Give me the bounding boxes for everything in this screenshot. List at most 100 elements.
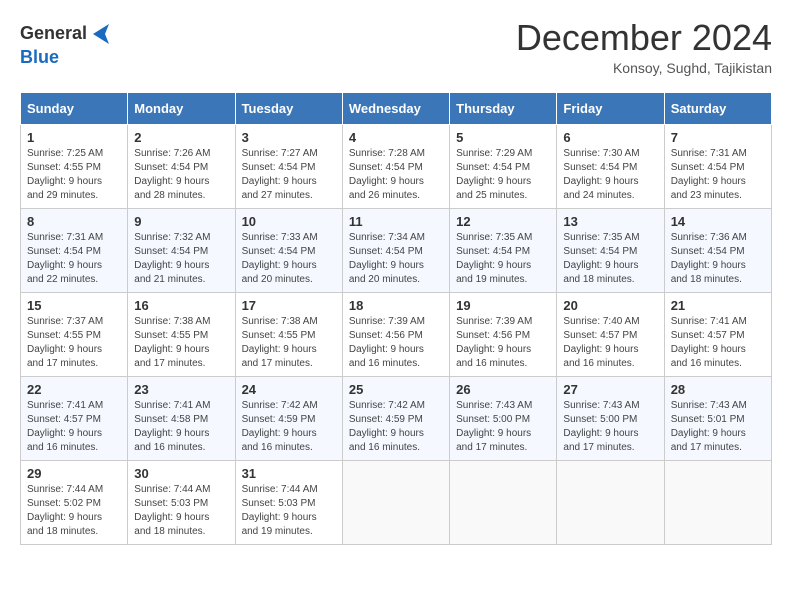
calendar-cell: 4 Sunrise: 7:28 AM Sunset: 4:54 PM Dayli… [342,125,449,209]
day-number: 11 [349,214,443,229]
calendar-cell: 1 Sunrise: 7:25 AM Sunset: 4:55 PM Dayli… [21,125,128,209]
day-info: Sunrise: 7:41 AM Sunset: 4:57 PM Dayligh… [671,315,765,371]
calendar-cell: 25 Sunrise: 7:42 AM Sunset: 4:59 PM Dayl… [342,377,449,461]
day-number: 14 [671,214,765,229]
calendar-cell: 11 Sunrise: 7:34 AM Sunset: 4:54 PM Dayl… [342,209,449,293]
day-info: Sunrise: 7:42 AM Sunset: 4:59 PM Dayligh… [242,399,336,455]
column-header-tuesday: Tuesday [235,93,342,125]
day-info: Sunrise: 7:35 AM Sunset: 4:54 PM Dayligh… [563,231,657,287]
logo-blue: Blue [20,47,59,67]
day-number: 12 [456,214,550,229]
day-info: Sunrise: 7:29 AM Sunset: 4:54 PM Dayligh… [456,147,550,203]
page-header: General Blue December 2024 Konsoy, Sughd… [20,20,772,76]
day-info: Sunrise: 7:44 AM Sunset: 5:03 PM Dayligh… [134,483,228,539]
day-info: Sunrise: 7:38 AM Sunset: 4:55 PM Dayligh… [242,315,336,371]
day-info: Sunrise: 7:40 AM Sunset: 4:57 PM Dayligh… [563,315,657,371]
calendar-cell: 29 Sunrise: 7:44 AM Sunset: 5:02 PM Dayl… [21,461,128,545]
day-info: Sunrise: 7:33 AM Sunset: 4:54 PM Dayligh… [242,231,336,287]
day-info: Sunrise: 7:44 AM Sunset: 5:03 PM Dayligh… [242,483,336,539]
day-number: 6 [563,130,657,145]
calendar-week-row: 22 Sunrise: 7:41 AM Sunset: 4:57 PM Dayl… [21,377,772,461]
day-number: 24 [242,382,336,397]
calendar-cell: 31 Sunrise: 7:44 AM Sunset: 5:03 PM Dayl… [235,461,342,545]
logo-general: General [20,23,87,43]
day-info: Sunrise: 7:34 AM Sunset: 4:54 PM Dayligh… [349,231,443,287]
day-info: Sunrise: 7:43 AM Sunset: 5:01 PM Dayligh… [671,399,765,455]
day-info: Sunrise: 7:36 AM Sunset: 4:54 PM Dayligh… [671,231,765,287]
calendar-cell: 17 Sunrise: 7:38 AM Sunset: 4:55 PM Dayl… [235,293,342,377]
day-info: Sunrise: 7:26 AM Sunset: 4:54 PM Dayligh… [134,147,228,203]
column-header-saturday: Saturday [664,93,771,125]
calendar-cell: 18 Sunrise: 7:39 AM Sunset: 4:56 PM Dayl… [342,293,449,377]
calendar-cell: 12 Sunrise: 7:35 AM Sunset: 4:54 PM Dayl… [450,209,557,293]
calendar-header-row: SundayMondayTuesdayWednesdayThursdayFrid… [21,93,772,125]
calendar-week-row: 1 Sunrise: 7:25 AM Sunset: 4:55 PM Dayli… [21,125,772,209]
calendar-week-row: 8 Sunrise: 7:31 AM Sunset: 4:54 PM Dayli… [21,209,772,293]
calendar-cell: 15 Sunrise: 7:37 AM Sunset: 4:55 PM Dayl… [21,293,128,377]
month-title: December 2024 [516,20,772,56]
calendar-cell [450,461,557,545]
day-number: 15 [27,298,121,313]
calendar-cell: 30 Sunrise: 7:44 AM Sunset: 5:03 PM Dayl… [128,461,235,545]
calendar-cell: 7 Sunrise: 7:31 AM Sunset: 4:54 PM Dayli… [664,125,771,209]
calendar-cell: 10 Sunrise: 7:33 AM Sunset: 4:54 PM Dayl… [235,209,342,293]
column-header-wednesday: Wednesday [342,93,449,125]
calendar-cell: 24 Sunrise: 7:42 AM Sunset: 4:59 PM Dayl… [235,377,342,461]
day-info: Sunrise: 7:43 AM Sunset: 5:00 PM Dayligh… [456,399,550,455]
location-subtitle: Konsoy, Sughd, Tajikistan [516,60,772,76]
calendar-cell: 6 Sunrise: 7:30 AM Sunset: 4:54 PM Dayli… [557,125,664,209]
day-number: 9 [134,214,228,229]
day-number: 25 [349,382,443,397]
day-number: 28 [671,382,765,397]
column-header-friday: Friday [557,93,664,125]
calendar-cell: 22 Sunrise: 7:41 AM Sunset: 4:57 PM Dayl… [21,377,128,461]
logo: General Blue [20,20,115,68]
calendar-cell [342,461,449,545]
column-header-monday: Monday [128,93,235,125]
day-number: 17 [242,298,336,313]
day-info: Sunrise: 7:25 AM Sunset: 4:55 PM Dayligh… [27,147,121,203]
day-info: Sunrise: 7:28 AM Sunset: 4:54 PM Dayligh… [349,147,443,203]
calendar-cell: 21 Sunrise: 7:41 AM Sunset: 4:57 PM Dayl… [664,293,771,377]
day-info: Sunrise: 7:39 AM Sunset: 4:56 PM Dayligh… [349,315,443,371]
day-number: 30 [134,466,228,481]
day-info: Sunrise: 7:39 AM Sunset: 4:56 PM Dayligh… [456,315,550,371]
day-number: 23 [134,382,228,397]
day-number: 27 [563,382,657,397]
calendar-cell: 13 Sunrise: 7:35 AM Sunset: 4:54 PM Dayl… [557,209,664,293]
calendar-cell: 9 Sunrise: 7:32 AM Sunset: 4:54 PM Dayli… [128,209,235,293]
day-number: 10 [242,214,336,229]
day-number: 1 [27,130,121,145]
day-number: 8 [27,214,121,229]
day-number: 2 [134,130,228,145]
column-header-sunday: Sunday [21,93,128,125]
logo-bird-icon [89,20,113,48]
day-info: Sunrise: 7:30 AM Sunset: 4:54 PM Dayligh… [563,147,657,203]
day-info: Sunrise: 7:31 AM Sunset: 4:54 PM Dayligh… [27,231,121,287]
calendar-cell: 3 Sunrise: 7:27 AM Sunset: 4:54 PM Dayli… [235,125,342,209]
day-info: Sunrise: 7:27 AM Sunset: 4:54 PM Dayligh… [242,147,336,203]
day-info: Sunrise: 7:44 AM Sunset: 5:02 PM Dayligh… [27,483,121,539]
calendar-cell: 8 Sunrise: 7:31 AM Sunset: 4:54 PM Dayli… [21,209,128,293]
day-number: 5 [456,130,550,145]
calendar-cell: 14 Sunrise: 7:36 AM Sunset: 4:54 PM Dayl… [664,209,771,293]
column-header-thursday: Thursday [450,93,557,125]
day-number: 29 [27,466,121,481]
day-info: Sunrise: 7:41 AM Sunset: 4:58 PM Dayligh… [134,399,228,455]
day-number: 31 [242,466,336,481]
day-number: 20 [563,298,657,313]
calendar-cell: 27 Sunrise: 7:43 AM Sunset: 5:00 PM Dayl… [557,377,664,461]
calendar-cell: 20 Sunrise: 7:40 AM Sunset: 4:57 PM Dayl… [557,293,664,377]
calendar-table: SundayMondayTuesdayWednesdayThursdayFrid… [20,92,772,545]
day-info: Sunrise: 7:37 AM Sunset: 4:55 PM Dayligh… [27,315,121,371]
calendar-cell: 2 Sunrise: 7:26 AM Sunset: 4:54 PM Dayli… [128,125,235,209]
calendar-week-row: 15 Sunrise: 7:37 AM Sunset: 4:55 PM Dayl… [21,293,772,377]
day-info: Sunrise: 7:31 AM Sunset: 4:54 PM Dayligh… [671,147,765,203]
day-number: 13 [563,214,657,229]
day-number: 26 [456,382,550,397]
calendar-week-row: 29 Sunrise: 7:44 AM Sunset: 5:02 PM Dayl… [21,461,772,545]
day-number: 21 [671,298,765,313]
calendar-cell [664,461,771,545]
calendar-cell: 19 Sunrise: 7:39 AM Sunset: 4:56 PM Dayl… [450,293,557,377]
calendar-cell: 5 Sunrise: 7:29 AM Sunset: 4:54 PM Dayli… [450,125,557,209]
